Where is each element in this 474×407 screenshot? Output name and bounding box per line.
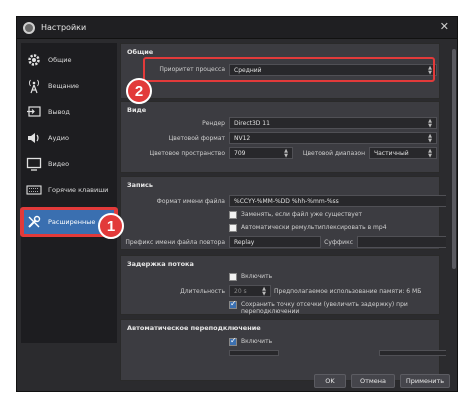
vertical-scrollbar[interactable] <box>451 43 457 381</box>
color-range-value: Частичный <box>374 149 409 157</box>
renderer-value: Direct3D 11 <box>234 119 270 127</box>
sidebar: Общие Вещание Вывод Аудио Видео Горячие … <box>21 43 117 343</box>
group-title: Виде <box>127 106 147 114</box>
replay-prefix-input[interactable]: Replay <box>229 236 321 248</box>
cancel-button[interactable]: Отмена <box>351 374 395 388</box>
reconnect-enable-label: Включить <box>241 338 273 345</box>
ok-button[interactable]: OK <box>314 374 346 388</box>
sidebar-item-output[interactable]: Вывод <box>23 99 115 125</box>
overwrite-checkbox[interactable] <box>229 211 237 219</box>
sidebar-item-label: Общие <box>48 56 72 64</box>
chevron-updown-icon: ▲ ▼ <box>284 148 288 159</box>
title-bar: Настройки ✕ <box>17 17 457 39</box>
duration-spinbox[interactable]: 20 s ▲ ▼ <box>229 285 271 297</box>
color-space-select[interactable]: 709 ▲ ▼ <box>229 147 293 159</box>
chevron-updown-icon: ▲ ▼ <box>428 118 432 129</box>
monitor-icon <box>25 155 43 173</box>
preserve-cutoff-checkbox[interactable] <box>229 299 237 309</box>
sidebar-item-stream[interactable]: Вещание <box>23 73 115 99</box>
filename-format-label: Формат имени файла <box>156 198 225 205</box>
group-title: Задержка потока <box>127 260 194 268</box>
sidebar-item-label: Аудио <box>48 134 69 142</box>
chevron-updown-icon: ▲ ▼ <box>428 133 432 144</box>
suffix-label: Суффикс <box>324 239 353 246</box>
color-format-label: Цветовой формат <box>168 135 225 142</box>
keyboard-icon <box>25 181 43 199</box>
sidebar-item-label: Вещание <box>48 82 80 90</box>
broadcast-icon <box>25 77 43 95</box>
color-range-select[interactable]: Частичный ▲ ▼ <box>369 147 437 159</box>
priority-highlight-frame <box>143 57 435 82</box>
color-format-value: NV12 <box>234 134 251 142</box>
renderer-label: Рендер <box>202 120 225 127</box>
scrollbar-thumb[interactable] <box>452 49 456 269</box>
gear-icon <box>25 51 43 69</box>
sidebar-item-audio[interactable]: Аудио <box>23 125 115 151</box>
group-video: Виде Рендер Direct3D 11 ▲ ▼ Цветовой форм… <box>120 101 440 173</box>
output-icon <box>25 103 43 121</box>
speaker-icon <box>25 129 43 147</box>
step-badge-1: 1 <box>98 213 124 239</box>
sidebar-item-label: Видео <box>48 160 70 168</box>
sidebar-item-video[interactable]: Видео <box>23 151 115 177</box>
duration-label: Длительность <box>180 288 225 295</box>
suffix-input[interactable] <box>357 236 446 248</box>
color-range-label: Цветовой диапазон <box>302 150 365 157</box>
close-icon[interactable]: ✕ <box>440 20 449 33</box>
group-recording: Запись Формат имени файла %CCYY-%MM-%DD … <box>120 176 446 250</box>
sidebar-item-label: Горячие клавиши <box>48 186 109 194</box>
settings-window: Настройки ✕ Общие Вещание Вывод Аудио Ви… <box>16 16 458 392</box>
sidebar-item-general[interactable]: Общие <box>23 47 115 73</box>
remux-checkbox[interactable] <box>229 224 237 232</box>
color-space-value: 709 <box>234 149 246 157</box>
group-stream-delay: Задержка потока Включить Длительность 20… <box>120 255 440 315</box>
group-title: Автоматическое переподключение <box>127 324 261 332</box>
replay-prefix-value: Replay <box>234 238 255 246</box>
delay-enable-checkbox[interactable] <box>229 273 237 281</box>
apply-button[interactable]: Применить <box>400 374 450 388</box>
retry-delay-field[interactable] <box>229 350 279 356</box>
group-title: Общие <box>127 48 154 56</box>
sidebar-item-hotkeys[interactable]: Горячие клавиши <box>23 177 115 203</box>
step-badge-2: 2 <box>126 78 152 104</box>
memory-note: Предполагаемое использование памяти: 6 М… <box>274 288 422 295</box>
chevron-updown-icon: ▲ ▼ <box>262 286 266 297</box>
obs-logo-icon <box>23 21 35 34</box>
sidebar-item-label: Вывод <box>48 108 70 116</box>
filename-format-input[interactable]: %CCYY-%MM-%DD %hh-%mm-%ss <box>229 195 446 207</box>
delay-enable-label: Включить <box>241 273 273 280</box>
window-title: Настройки <box>41 23 87 32</box>
filename-format-value: %CCYY-%MM-%DD %hh-%mm-%ss <box>234 197 339 205</box>
color-space-label: Цветовое пространство <box>149 150 225 157</box>
preserve-cutoff-label: Сохранить точку отсечки (увеличить задер… <box>241 301 408 315</box>
footer: OK Отмена Применить <box>17 369 457 393</box>
group-title: Запись <box>127 181 154 189</box>
duration-value: 20 s <box>234 287 247 295</box>
replay-prefix-label: Префикс имени файла повтора <box>125 239 225 246</box>
chevron-updown-icon: ▲ ▼ <box>428 148 432 159</box>
overwrite-label: Заменять, если файл уже существует <box>241 211 363 218</box>
remux-label: Автоматически ремультиплексировать в mp4 <box>241 224 387 231</box>
color-format-select[interactable]: NV12 ▲ ▼ <box>229 132 437 144</box>
renderer-select[interactable]: Direct3D 11 ▲ ▼ <box>229 117 437 129</box>
max-retries-field[interactable] <box>379 350 446 356</box>
reconnect-enable-checkbox[interactable] <box>229 336 237 346</box>
settings-content: Общие Приоритет процесса Средний ▲ ▼ Виде… <box>120 43 446 381</box>
